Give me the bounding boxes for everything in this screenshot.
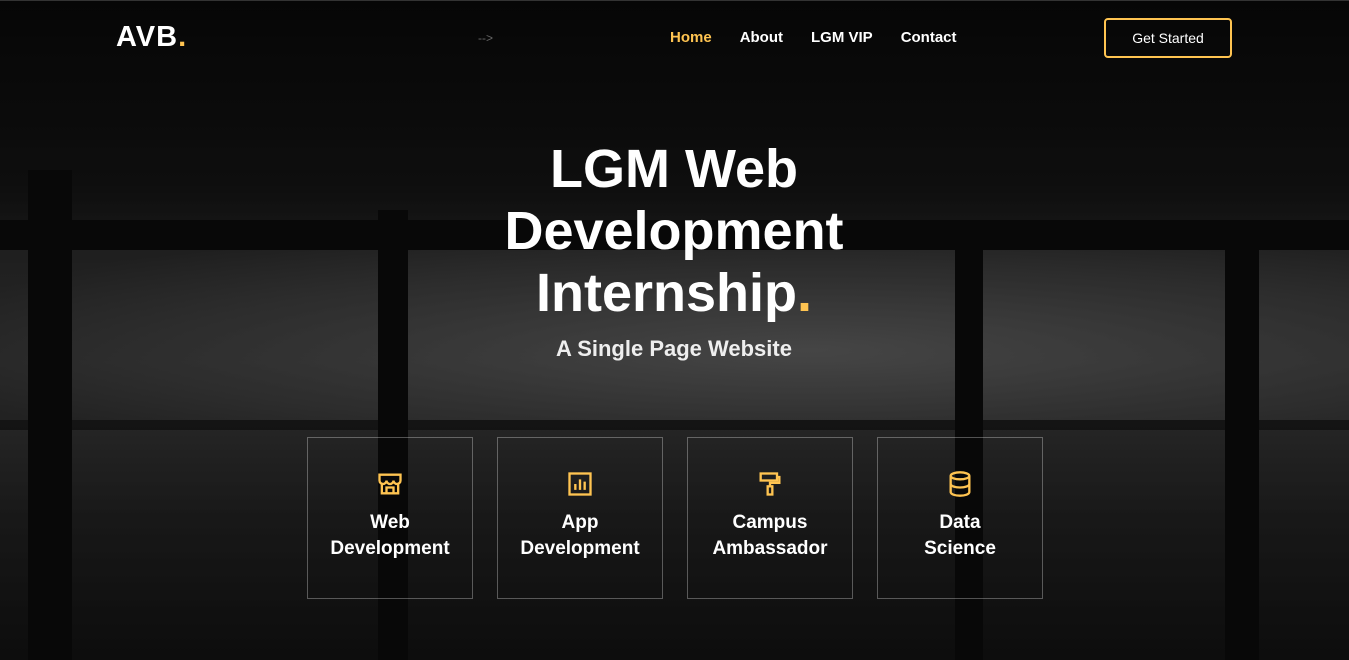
nav-link-home[interactable]: Home xyxy=(656,29,726,46)
hero-title-dot: . xyxy=(797,263,813,323)
card-label: Campus Ambassador xyxy=(712,512,828,559)
nav-link-lgm-vip[interactable]: LGM VIP xyxy=(797,29,887,46)
store-icon xyxy=(378,473,402,495)
bar-chart-icon xyxy=(568,472,592,496)
nav-link-about[interactable]: About xyxy=(726,29,797,46)
stray-comment-text: --> xyxy=(478,31,493,45)
hero-title-line3: Internship xyxy=(535,263,797,323)
hero-subtitle: A Single Page Website xyxy=(556,336,792,361)
card-app-development[interactable]: App Development xyxy=(497,437,663,599)
database-icon xyxy=(949,471,971,497)
card-label: App Development xyxy=(520,512,640,559)
card-data-science[interactable]: Data Science xyxy=(877,437,1043,599)
paint-roller-icon xyxy=(759,472,781,496)
hero-title: LGM Web Development Internship. xyxy=(374,138,974,324)
get-started-button[interactable]: Get Started xyxy=(1104,18,1232,58)
card-label: Data Science xyxy=(924,512,996,559)
card-campus-ambassador[interactable]: Campus Ambassador xyxy=(687,437,853,599)
card-web-development[interactable]: Web Development xyxy=(307,437,473,599)
card-label: Web Development xyxy=(330,512,450,559)
service-cards: Web Development App Development Campus A… xyxy=(307,437,1043,599)
site-header: AVB. --> Home About LGM VIP Contact Get … xyxy=(0,0,1349,76)
main-nav: Home About LGM VIP Contact xyxy=(656,29,971,46)
logo[interactable]: AVB. xyxy=(116,21,187,54)
hero-title-line2: Development xyxy=(504,201,844,261)
hero-title-line1: LGM Web xyxy=(550,139,798,199)
nav-link-contact[interactable]: Contact xyxy=(887,29,971,46)
